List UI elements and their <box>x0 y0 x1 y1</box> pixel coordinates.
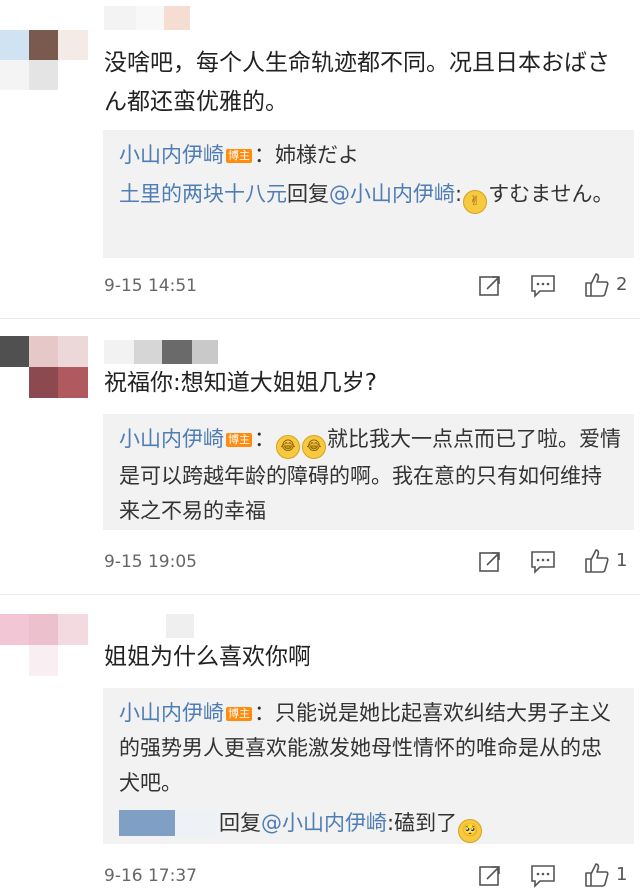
laugh-cry-emoji: 😂 <box>276 435 300 459</box>
like-button[interactable]: 1 <box>584 860 640 892</box>
divider <box>0 318 640 319</box>
comment-icon <box>531 865 555 888</box>
comment-actions: 1 <box>470 546 640 578</box>
reply-item: 小山内伊崎 博主： 😂 😂 就比我大一点点而已了啦。爱情是可以跨越年龄的障碍的啊。我在意… <box>119 422 622 529</box>
share-icon <box>479 276 500 296</box>
share-button[interactable] <box>478 860 506 892</box>
reply-item: 回复@小山内伊崎:磕到了 🥺 <box>119 806 622 843</box>
reply-separator: ： <box>254 143 275 167</box>
pleading-face-emoji: 🥺 <box>458 819 483 843</box>
comment-button[interactable] <box>530 270 558 302</box>
avatar[interactable] <box>0 0 88 94</box>
reply-username[interactable]: 土里的两块十八元 <box>119 182 287 206</box>
comment-actions: 1 <box>470 860 640 892</box>
reply-username[interactable]: 小山内伊崎 <box>119 427 224 451</box>
comment-icon <box>531 551 555 574</box>
reply-box[interactable]: 小山内伊崎 博主 ：只能说是她比起喜欢纠结大男子主义的强势男人更喜欢能激发她母性情怀… <box>103 688 634 844</box>
username-blurred[interactable] <box>104 340 218 364</box>
username-blurred[interactable] <box>119 810 175 836</box>
blogger-badge: 博主 <box>226 707 252 721</box>
reply-verb: 回复 <box>287 182 329 206</box>
comment-timestamp: 9-16 17:37 <box>104 866 197 886</box>
thumbs-up-icon <box>585 549 609 573</box>
reply-item: 土里的两块十八元回复@小山内伊崎: ✌ すむません。 <box>119 177 622 214</box>
like-count: 1 <box>616 864 628 885</box>
avatar[interactable] <box>0 614 88 676</box>
share-button[interactable] <box>478 270 506 302</box>
comment-icon <box>531 275 555 298</box>
username-blurred[interactable] <box>166 614 194 638</box>
thumbs-up-icon <box>585 863 609 887</box>
reply-mention[interactable]: @小山内伊崎 <box>329 182 455 206</box>
avatar[interactable] <box>0 336 88 398</box>
reply-item: 小山内伊崎 博主 ：姉様だよ <box>119 138 622 173</box>
reply-verb: 回复 <box>219 811 261 835</box>
reply-text: 磕到了 <box>394 811 458 835</box>
laugh-cry-emoji: 😂 <box>302 435 326 459</box>
like-count: 2 <box>616 274 628 295</box>
comment-timestamp: 9-15 14:51 <box>104 276 197 296</box>
comment-timestamp: 9-15 19:05 <box>104 552 197 572</box>
reply-item: 小山内伊崎 博主 ：只能说是她比起喜欢纠结大男子主义的强势男人更喜欢能激发她母性情怀… <box>119 696 622 801</box>
share-button[interactable] <box>478 546 506 578</box>
blogger-badge: 博主 <box>226 149 252 163</box>
comment-button[interactable] <box>530 860 558 892</box>
share-icon <box>479 866 500 886</box>
like-button[interactable]: 1 <box>584 546 640 578</box>
blogger-badge: 博主 <box>226 433 252 447</box>
share-icon <box>479 552 500 572</box>
username-blurred[interactable] <box>104 6 190 30</box>
comment-text: 姐姐为什么喜欢你啊 <box>104 644 311 670</box>
reply-username[interactable]: 小山内伊崎 <box>119 143 224 167</box>
comment-text: 祝福你:想知道大姐姐几岁? <box>104 370 377 396</box>
like-count: 1 <box>616 550 628 571</box>
reply-box[interactable]: 小山内伊崎 博主 ：姉様だよ 土里的两块十八元回复@小山内伊崎: ✌ すむません。 <box>103 130 634 258</box>
reply-text: すむません。 <box>488 182 614 206</box>
reply-separator: ： <box>254 701 275 725</box>
thumbs-up-icon <box>585 273 609 297</box>
like-button[interactable]: 2 <box>584 270 640 302</box>
reply-username[interactable]: 小山内伊崎 <box>119 701 224 725</box>
reply-separator: : <box>455 182 463 206</box>
reply-mention[interactable]: @小山内伊崎 <box>261 811 387 835</box>
reply-separator: ： <box>254 427 275 451</box>
clap-hands-emoji: ✌ <box>463 190 488 214</box>
reply-text: 姉様だよ <box>275 143 359 167</box>
comment-text: 没啥吧，每个人生命轨迹都不同。况且日本おばさん都还蛮优雅的。 <box>104 50 610 115</box>
comment-button[interactable] <box>530 546 558 578</box>
comment-actions: 2 <box>470 270 640 302</box>
divider <box>0 594 640 595</box>
reply-box[interactable]: 小山内伊崎 博主： 😂 😂 就比我大一点点而已了啦。爱情是可以跨越年龄的障碍的啊。我在意… <box>103 414 634 530</box>
username-blurred <box>175 810 219 836</box>
